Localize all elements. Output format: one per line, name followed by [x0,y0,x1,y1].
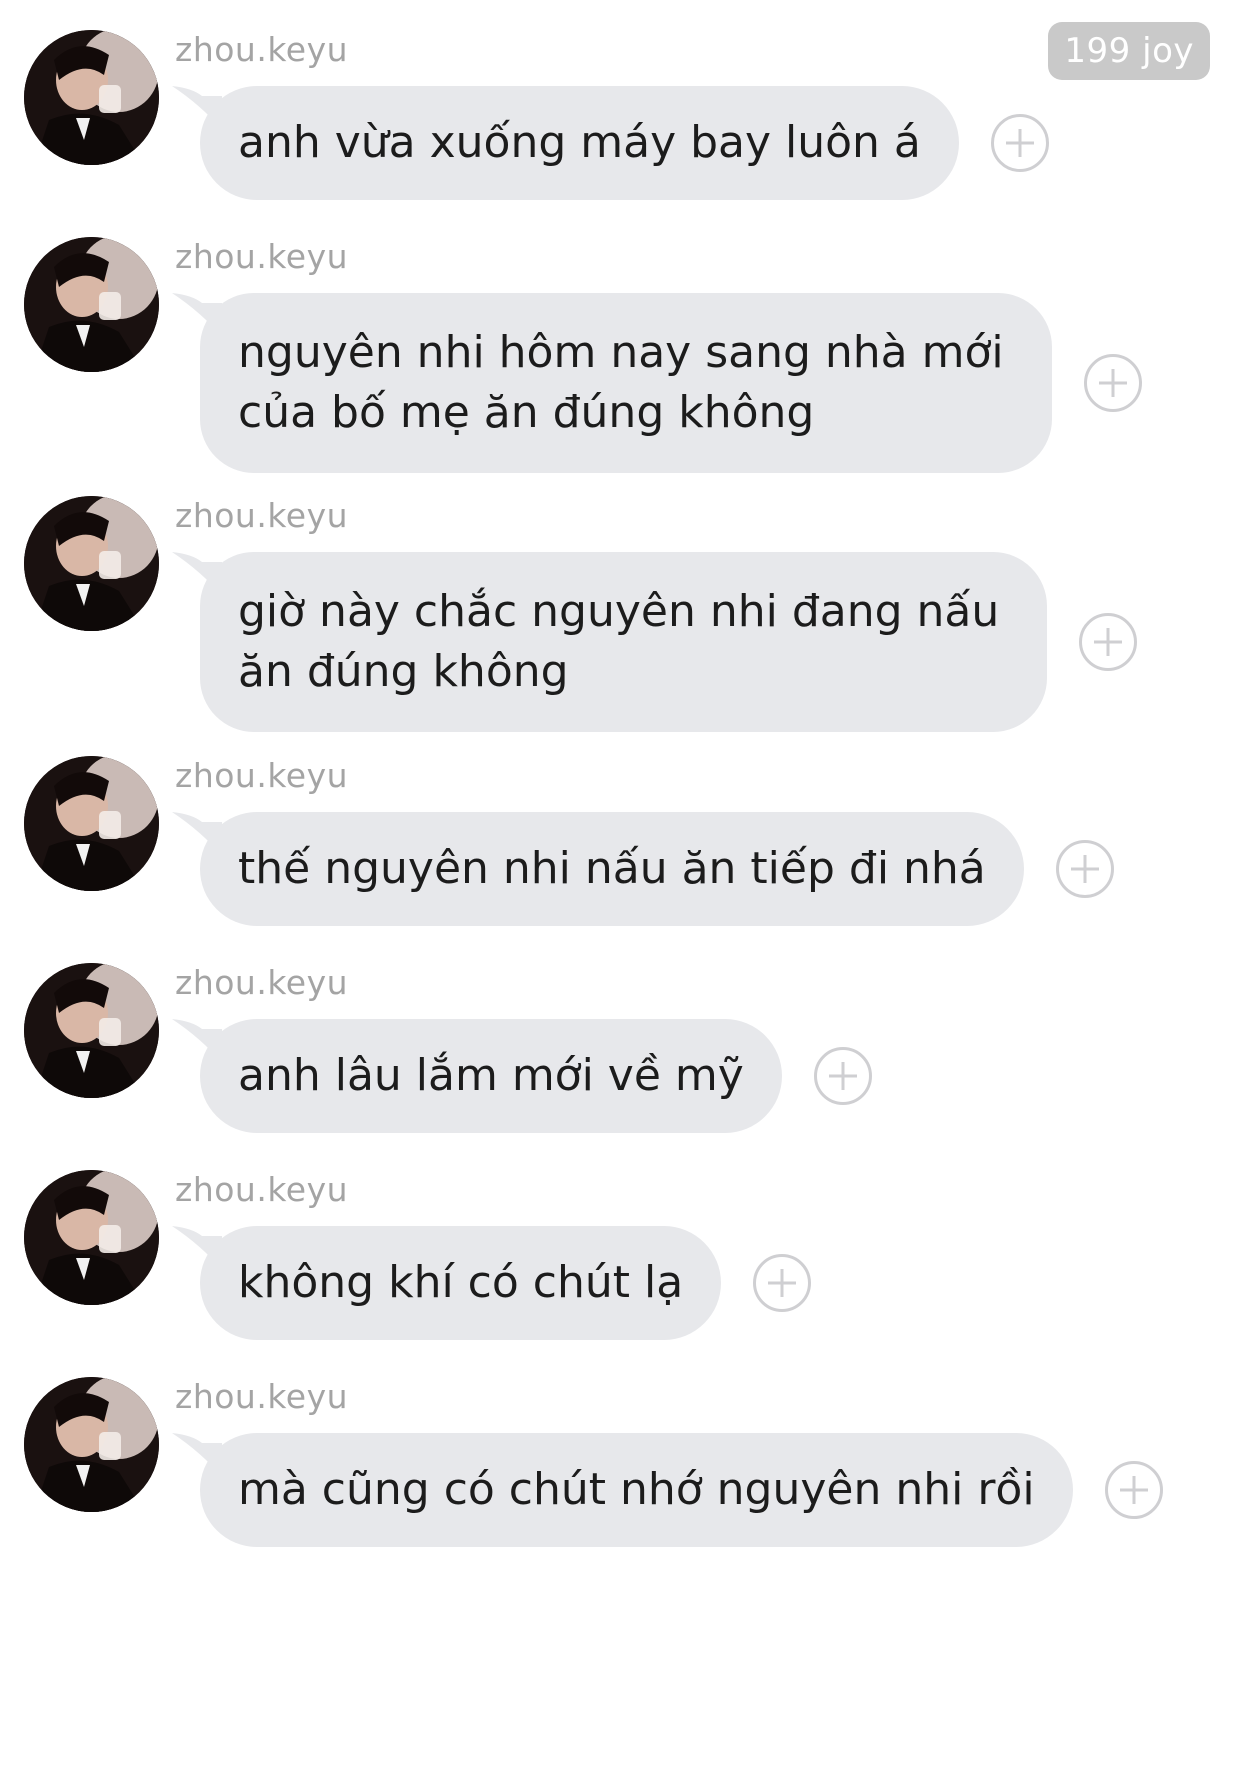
message-text-line: anh lâu lắm mới về mỹ [238,1050,744,1101]
bubble-tail [172,1433,222,1477]
avatar[interactable] [24,30,159,165]
bubble-tail [172,86,222,130]
avatar-photo [24,30,159,165]
sender-name: zhou.keyu [175,30,349,69]
sender-name: zhou.keyu [175,237,349,276]
avatar[interactable] [24,1170,159,1305]
sender-name: zhou.keyu [175,1170,349,1209]
avatar-photo [24,963,159,1098]
bubble-tail [172,1226,222,1270]
message-text-line: giờ này chắc nguyên nhi đang nấu [238,586,1000,637]
message-bubble[interactable]: thế nguyên nhi nấu ăn tiếp đi nhá [172,812,1024,926]
add-reaction-button[interactable] [1083,354,1142,412]
add-reaction-button[interactable] [1055,840,1114,898]
sender-name: zhou.keyu [175,1377,349,1416]
bubble-tail [172,812,222,856]
add-reaction-button[interactable] [753,1254,812,1312]
message-bubble-wrap: giờ này chắc nguyên nhi đang nấu ăn đúng… [172,552,1138,732]
avatar-photo [24,496,159,631]
message-text-line: không khí có chút lạ [238,1257,684,1308]
message-text-line: anh vừa xuống máy bay luôn á [238,117,921,168]
message-bubble-wrap: nguyên nhi hôm nay sang nhà mới của bố m… [172,293,1142,473]
joy-badge[interactable]: 199 joy [1048,22,1210,80]
message-bubble-wrap: anh lâu lắm mới về mỹ [172,1019,872,1133]
avatar-photo [24,756,159,891]
sender-name: zhou.keyu [175,496,349,535]
message-bubble[interactable]: giờ này chắc nguyên nhi đang nấu ăn đúng… [172,552,1048,732]
avatar[interactable] [24,496,159,631]
message-text-line: ăn đúng không [238,646,569,697]
avatar[interactable] [24,963,159,1098]
avatar[interactable] [24,237,159,372]
message-bubble[interactable]: mà cũng có chút nhớ nguyên nhi rồi [172,1433,1073,1547]
avatar[interactable] [24,756,159,891]
avatar-photo [24,237,159,372]
bubble-tail [172,552,222,596]
message-text-line: thế nguyên nhi nấu ăn tiếp đi nhá [238,843,986,894]
sender-name: zhou.keyu [175,756,349,795]
avatar[interactable] [24,1377,159,1512]
add-reaction-button[interactable] [1079,613,1138,671]
bubble-tail [172,1019,222,1063]
message-text-line: nguyên nhi hôm nay sang nhà mới [238,327,1004,378]
message-bubble[interactable]: anh lâu lắm mới về mỹ [172,1019,782,1133]
message-bubble[interactable]: nguyên nhi hôm nay sang nhà mới của bố m… [172,293,1052,473]
message-bubble[interactable]: không khí có chút lạ [172,1226,722,1340]
message-bubble-wrap: anh vừa xuống máy bay luôn á [172,86,1049,200]
message-text-line: của bố mẹ ăn đúng không [238,387,815,438]
message-text-line: mà cũng có chút nhớ nguyên nhi rồi [238,1464,1035,1515]
avatar-photo [24,1377,159,1512]
message-bubble-wrap: thế nguyên nhi nấu ăn tiếp đi nhá [172,812,1114,926]
bubble-tail [172,293,222,337]
message-bubble-wrap: không khí có chút lạ [172,1226,812,1340]
message-bubble-wrap: mà cũng có chút nhớ nguyên nhi rồi [172,1433,1163,1547]
message-bubble[interactable]: anh vừa xuống máy bay luôn á [172,86,959,200]
add-reaction-button[interactable] [990,114,1049,172]
sender-name: zhou.keyu [175,963,349,1002]
avatar-photo [24,1170,159,1305]
add-reaction-button[interactable] [1104,1461,1163,1519]
add-reaction-button[interactable] [813,1047,872,1105]
